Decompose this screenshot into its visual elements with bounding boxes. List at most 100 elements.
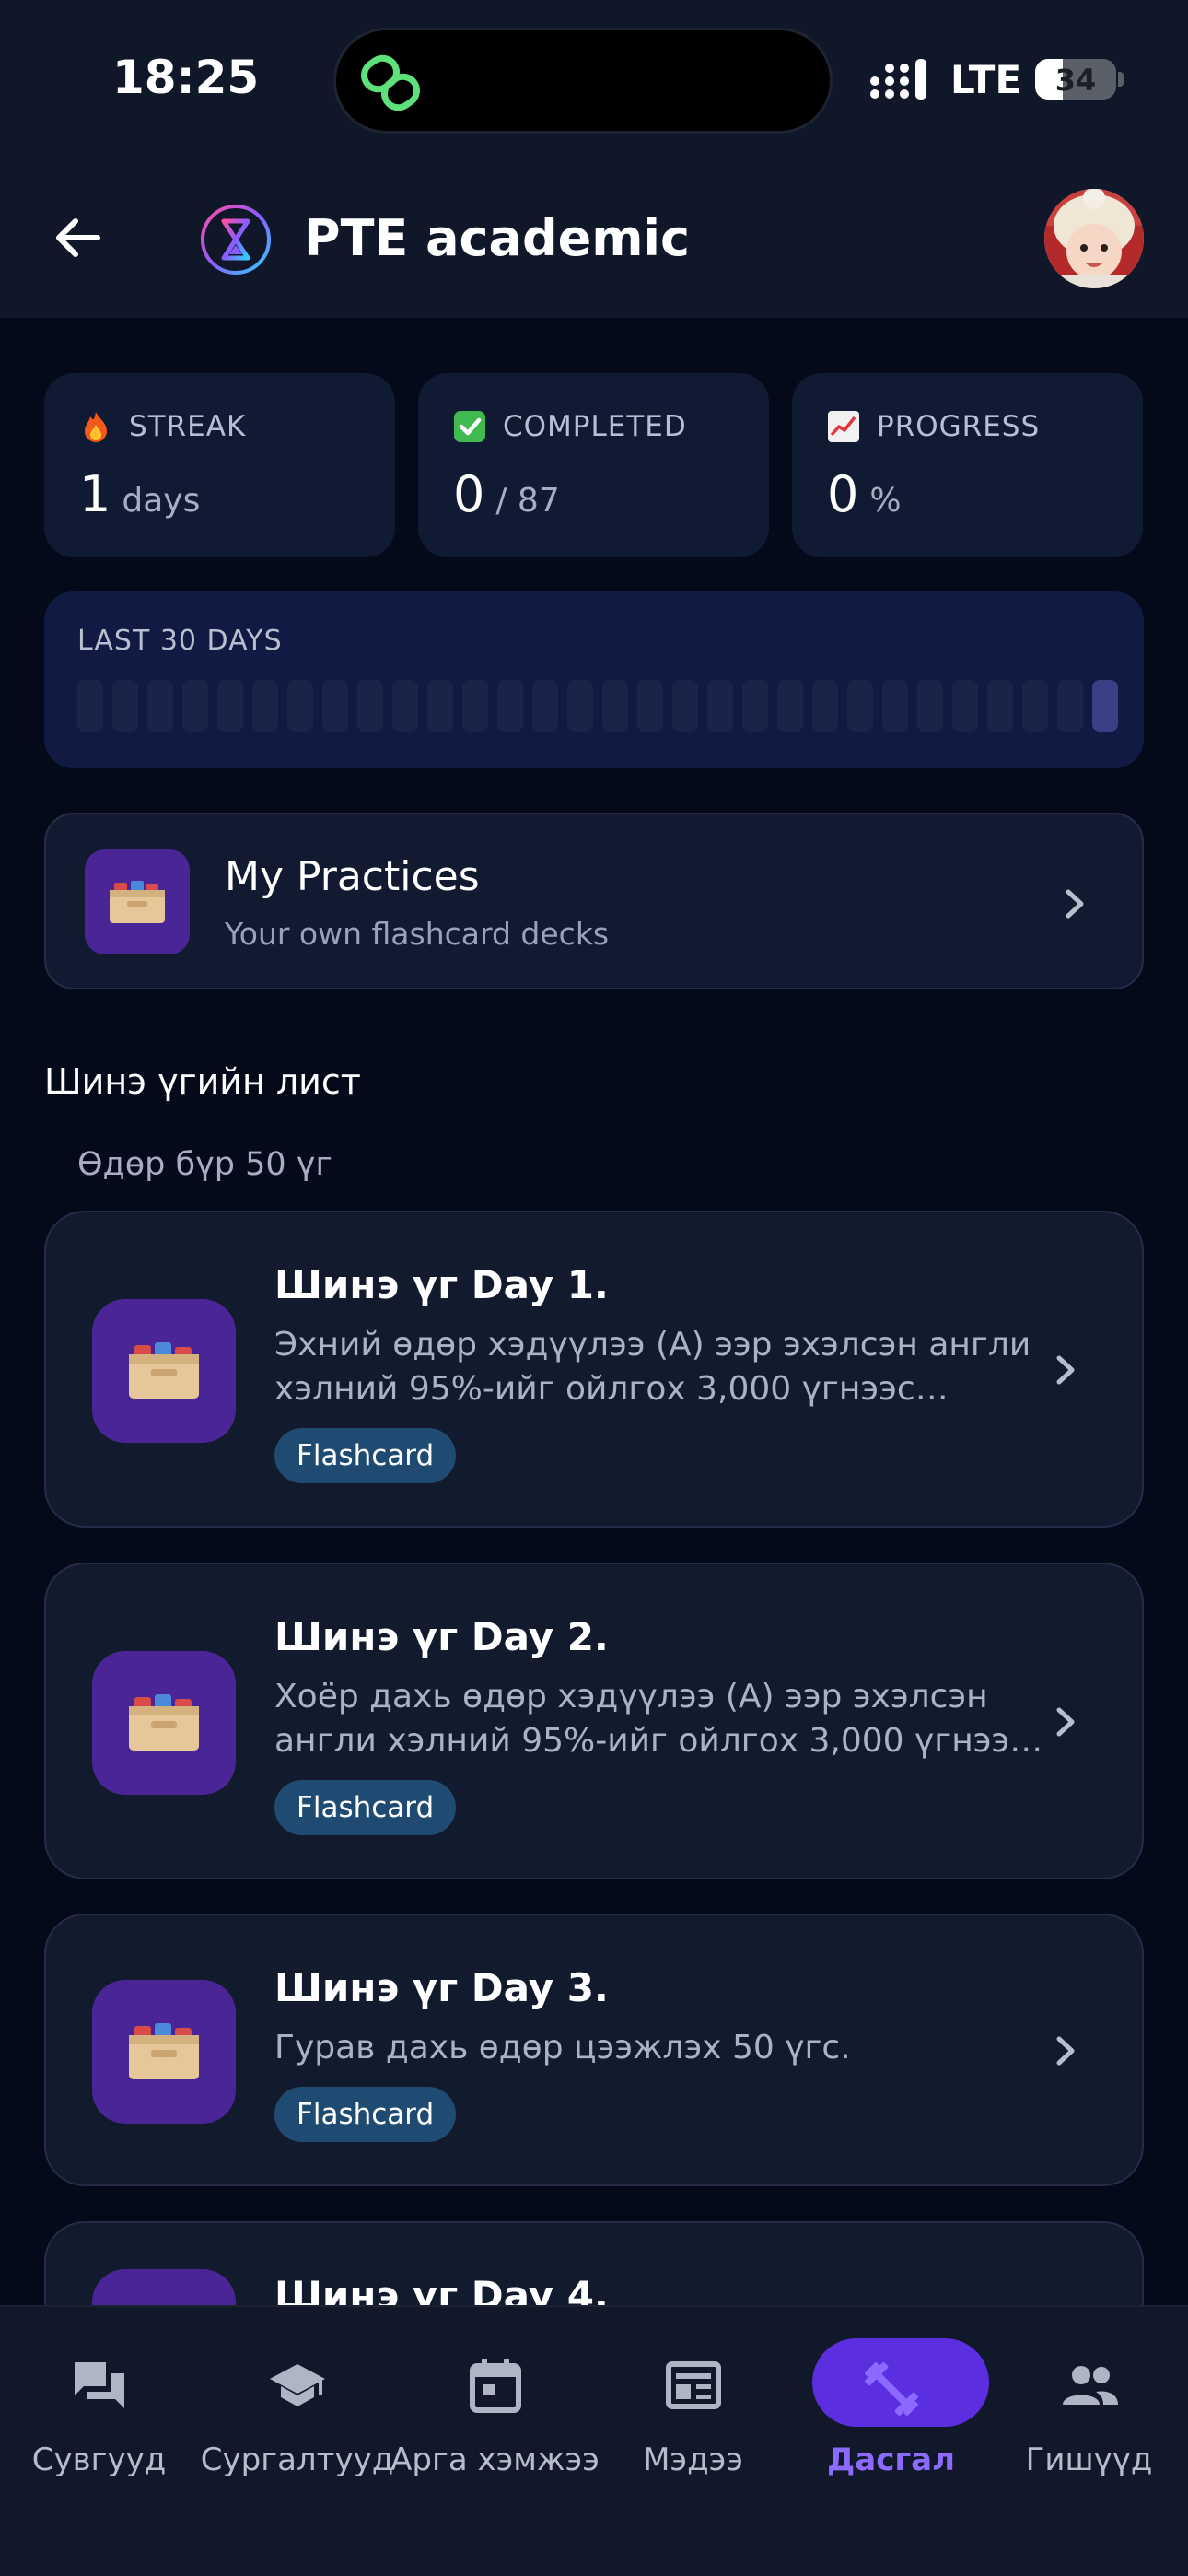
back-arrow-icon[interactable]: [48, 207, 109, 268]
bottom-nav: Сувгууд Сургалтууд Арга хэмжээ Мэдээ Дас…: [0, 2305, 1188, 2576]
avatar-image: [1044, 189, 1144, 288]
page-title: PTE academic: [304, 209, 691, 267]
progress-unit: %: [869, 482, 902, 520]
signal-icon: [870, 59, 926, 100]
activity-label: LAST 30 DAYS: [77, 625, 283, 657]
activity-bars: [77, 680, 1118, 732]
nav-item-practice[interactable]: Дасгал: [792, 2322, 990, 2506]
top-bar: PTE academic: [0, 161, 1188, 318]
card-box-icon: [92, 1980, 236, 2124]
fire-icon: [85, 412, 107, 442]
deck-description: Гурав дахь өдөр цээжлэх 50 үгс.: [274, 2029, 851, 2067]
activity-day-cell: [672, 680, 698, 732]
chart-up-icon: [828, 411, 859, 442]
activity-day-cell: [112, 680, 138, 732]
deck-description: Эхний өдөр хэдүүлээ (А) ээр эхэлсэн англ…: [274, 1326, 1031, 1408]
battery-icon: 34: [1035, 59, 1116, 100]
streak-card: STREAK 1 days: [44, 373, 395, 557]
check-icon: [454, 411, 485, 442]
battery-cap: [1118, 72, 1124, 87]
activity-day-cell: [602, 680, 628, 732]
section-subtitle: Өдөр бүр 50 үг: [77, 1146, 332, 1183]
card-box-icon: [85, 849, 190, 954]
deck-card-day-3[interactable]: Шинэ үг Day 3. Гурав дахь өдөр цээжлэх 5…: [44, 1914, 1144, 2186]
activity-day-cell: [77, 680, 103, 732]
dynamic-island: [333, 28, 833, 134]
activity-day-cell: [987, 680, 1013, 732]
activity-day-cell: [392, 680, 418, 732]
flashcard-tag: Flashcard: [274, 1428, 457, 1483]
activity-day-cell: [777, 680, 803, 732]
flashcard-tag: Flashcard: [274, 1780, 457, 1835]
progress-label: PROGRESS: [877, 410, 1041, 443]
link-app-icon: [361, 54, 420, 111]
deck-title: Шинэ үг Day 1.: [274, 1262, 609, 1307]
card-box-icon: [92, 1299, 236, 1443]
avatar[interactable]: [1044, 189, 1144, 288]
activity-day-cell: [462, 680, 488, 732]
deck-title: Шинэ үг Day 3.: [274, 1965, 609, 2010]
people-icon: [1063, 2366, 1118, 2405]
activity-day-cell: [742, 680, 768, 732]
chat-icon: [75, 2362, 124, 2408]
activity-day-cell: [427, 680, 453, 732]
progress-card: PROGRESS 0%: [792, 373, 1143, 557]
deck-description: Хоёр дахь өдөр хэдүүлээ (А) ээр эхэлсэн …: [274, 1678, 1029, 1760]
section-title: Шинэ үгийн лист: [44, 1061, 361, 1102]
activity-day-cell: [147, 680, 173, 732]
streak-value: 1: [79, 465, 111, 523]
my-practices-title: My Practices: [225, 853, 480, 900]
activity-day-cell: [917, 680, 943, 732]
activity-day-cell: [637, 680, 663, 732]
activity-day-cell: [1057, 680, 1083, 732]
completed-card: COMPLETED 0 / 87: [418, 373, 769, 557]
nav-item-courses[interactable]: Сургалтууд: [198, 2322, 396, 2506]
activity-day-cell: [707, 680, 733, 732]
nav-item-news[interactable]: Мэдээ: [594, 2322, 792, 2506]
nav-item-events[interactable]: Арга хэмжээ: [390, 2322, 600, 2506]
network-label: LTE: [950, 57, 1022, 102]
deck-title: Шинэ үг Day 2.: [274, 1614, 609, 1659]
completed-unit: / 87: [495, 482, 560, 520]
dumbbell-icon: [865, 2362, 918, 2416]
progress-value: 0: [827, 465, 859, 523]
flashcard-tag: Flashcard: [274, 2087, 457, 2142]
status-time: 18:25: [112, 51, 260, 104]
battery-level: 34: [1054, 63, 1097, 98]
chevron-right-icon: [1056, 1707, 1075, 1737]
activity-day-cell: [532, 680, 558, 732]
activity-card: LAST 30 DAYS: [44, 591, 1144, 768]
activity-day-cell: [217, 680, 243, 732]
nav-label: Гишүүд: [1025, 2441, 1153, 2478]
deck-card-day-1[interactable]: Шинэ үг Day 1. Эхний өдөр хэдүүлээ (А) э…: [44, 1211, 1144, 1528]
nav-item-members[interactable]: Гишүүд: [990, 2322, 1188, 2506]
completed-value: 0: [453, 465, 485, 523]
chevron-right-icon: [1066, 889, 1084, 919]
activity-day-cell: [182, 680, 208, 732]
streak-unit: days: [122, 482, 201, 520]
completed-label: COMPLETED: [503, 410, 687, 443]
my-practices-card[interactable]: My Practices Your own flashcard decks: [44, 813, 1144, 989]
newspaper-icon: [666, 2361, 721, 2409]
activity-day-cell: [812, 680, 838, 732]
activity-day-cell: [1022, 680, 1048, 732]
activity-day-cell: [357, 680, 383, 732]
my-practices-subtitle: Your own flashcard decks: [225, 916, 610, 952]
calendar-icon: [470, 2359, 521, 2413]
card-box-icon: [92, 1651, 236, 1795]
activity-day-cell: [1092, 680, 1118, 732]
activity-day-cell: [567, 680, 593, 732]
activity-day-cell: [287, 680, 313, 732]
streak-label: STREAK: [129, 410, 247, 443]
nav-item-channels[interactable]: Сувгууд: [0, 2322, 198, 2506]
activity-day-cell: [847, 680, 873, 732]
status-bar: 18:25 LTE 34: [0, 0, 1188, 161]
hourglass-logo-icon: [201, 205, 271, 275]
activity-day-cell: [252, 680, 278, 732]
activity-day-cell: [322, 680, 348, 732]
chevron-right-icon: [1056, 2036, 1075, 2066]
activity-day-cell: [952, 680, 978, 732]
deck-card-day-2[interactable]: Шинэ үг Day 2. Хоёр дахь өдөр хэдүүлээ (…: [44, 1563, 1144, 1879]
graduation-cap-icon: [270, 2364, 325, 2406]
chevron-right-icon: [1056, 1355, 1075, 1385]
